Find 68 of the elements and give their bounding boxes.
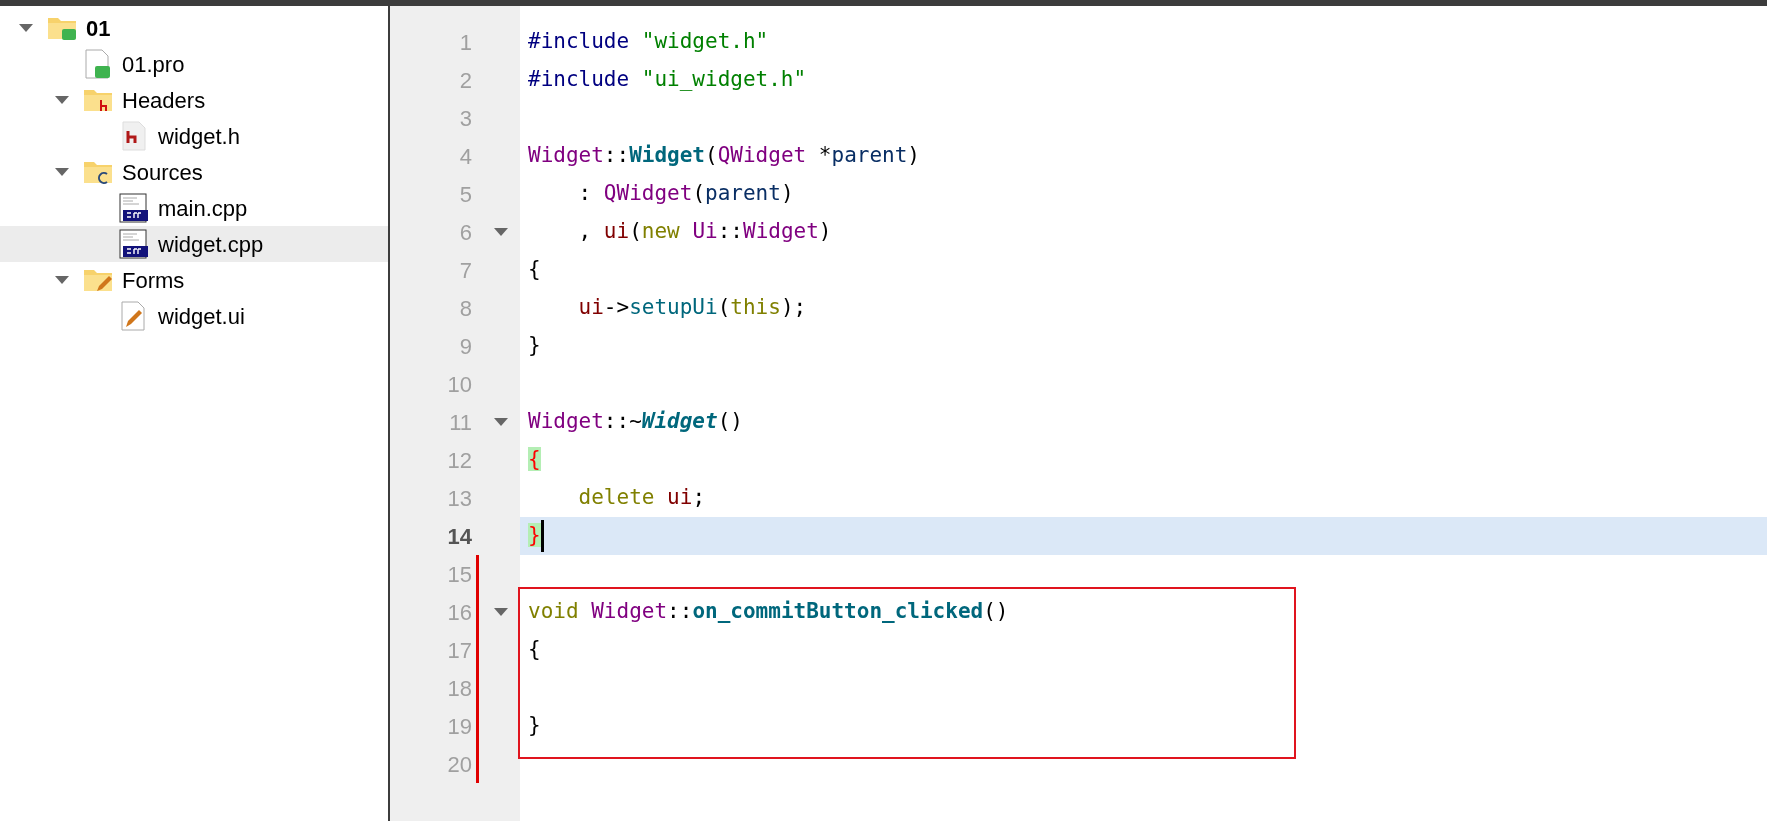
line-number: 5 bbox=[458, 180, 472, 209]
line-number: 1 bbox=[458, 28, 472, 57]
tree-item-label: Headers bbox=[122, 86, 206, 115]
tree-item-label: 01 bbox=[86, 14, 111, 43]
line-number: 10 bbox=[446, 370, 472, 399]
expand-arrow-icon[interactable] bbox=[55, 167, 69, 177]
tree-item[interactable]: main.cpp bbox=[0, 190, 388, 226]
tree-item[interactable]: 01.pro bbox=[0, 46, 388, 82]
code-line: delete ui; bbox=[577, 484, 706, 512]
line-number: 12 bbox=[446, 446, 472, 475]
line-number: 11 bbox=[448, 408, 472, 437]
line-number: 19 bbox=[446, 712, 472, 741]
tree-item[interactable]: Forms bbox=[0, 262, 388, 298]
line-number: 4 bbox=[458, 142, 472, 171]
line-number: 16 bbox=[446, 598, 472, 627]
code-line: Widget::Widget(QWidget *parent) bbox=[528, 142, 920, 170]
text-cursor bbox=[540, 520, 544, 552]
project-file-icon bbox=[85, 49, 111, 79]
line-number: 2 bbox=[458, 66, 472, 95]
tree-item[interactable]: Sources bbox=[0, 154, 388, 190]
code-line: : QWidget(parent) bbox=[577, 180, 794, 208]
tree-item[interactable]: widget.h bbox=[0, 118, 388, 154]
line-number: 6 bbox=[458, 218, 472, 247]
expand-arrow-icon[interactable] bbox=[19, 23, 33, 33]
tree-item[interactable]: Headers bbox=[0, 82, 388, 118]
line-number: 15 bbox=[446, 560, 472, 589]
line-number: 13 bbox=[446, 484, 472, 513]
line-number: 17 bbox=[446, 636, 472, 665]
line-number: 7 bbox=[458, 256, 472, 285]
code-line: { bbox=[528, 636, 541, 664]
expand-arrow-icon[interactable] bbox=[55, 275, 69, 285]
tree-item-label: widget.h bbox=[158, 122, 240, 151]
tree-item[interactable]: widget.ui bbox=[0, 298, 388, 334]
fold-arrow-icon[interactable] bbox=[494, 227, 508, 237]
code-line: Widget::~Widget() bbox=[528, 408, 743, 436]
code-line: #include "ui_widget.h" bbox=[528, 66, 807, 94]
folder-icon bbox=[47, 15, 77, 41]
line-number: 3 bbox=[458, 104, 472, 133]
tree-item-label: main.cpp bbox=[158, 194, 248, 223]
code-line: void Widget::on_commitButton_clicked() bbox=[528, 598, 1009, 626]
folder-icon bbox=[83, 267, 113, 293]
line-number: 18 bbox=[446, 674, 472, 703]
tree-item[interactable]: widget.cpp bbox=[0, 226, 388, 262]
code-line: } bbox=[528, 332, 541, 360]
line-number: 20 bbox=[446, 750, 472, 779]
line-number: 9 bbox=[458, 332, 472, 361]
fold-arrow-icon[interactable] bbox=[494, 417, 508, 427]
folder-icon bbox=[83, 87, 113, 113]
tree-item-label: Sources bbox=[122, 158, 203, 187]
code-line: , ui(new Ui::Widget) bbox=[577, 218, 832, 246]
tree-item-label: widget.ui bbox=[158, 302, 245, 331]
fold-arrow-icon[interactable] bbox=[494, 607, 508, 617]
tree-item-label: 01.pro bbox=[122, 50, 185, 79]
form-file-icon bbox=[121, 301, 147, 331]
line-number: 14 bbox=[446, 522, 472, 551]
cpp-file-icon bbox=[119, 193, 149, 223]
cpp-file-icon bbox=[119, 229, 149, 259]
code-line: #include "widget.h" bbox=[528, 28, 769, 56]
line-number: 8 bbox=[458, 294, 472, 323]
code-line: } bbox=[528, 712, 541, 740]
header-file-icon bbox=[122, 121, 146, 151]
tree-item[interactable]: 01 bbox=[0, 10, 388, 46]
folder-icon bbox=[83, 159, 113, 185]
tree-item-label: widget.cpp bbox=[158, 230, 264, 259]
code-line: { bbox=[528, 256, 541, 284]
expand-arrow-icon[interactable] bbox=[55, 95, 69, 105]
tree-item-label: Forms bbox=[122, 266, 185, 295]
code-line: ui->setupUi(this); bbox=[577, 294, 807, 322]
